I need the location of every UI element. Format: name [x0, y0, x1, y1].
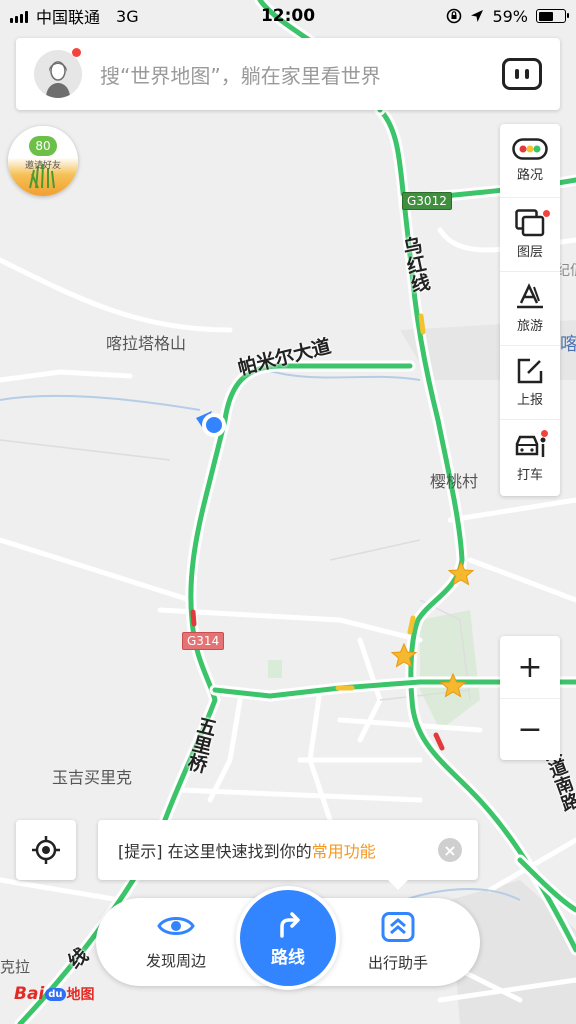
battery-level	[538, 11, 554, 21]
network-type: 3G	[116, 6, 139, 26]
travel-icon	[517, 283, 543, 309]
logo-bai: Bai	[14, 984, 45, 1004]
search-bar[interactable]: 搜“世界地图”，躺在家里看世界	[16, 38, 560, 110]
turn-arrow-icon	[280, 911, 300, 938]
taxi-label: 打车	[516, 467, 543, 483]
eye-icon	[157, 917, 195, 935]
user-avatar[interactable]	[34, 50, 82, 98]
traffic-button[interactable]: 路况	[500, 124, 560, 198]
signal-icon	[10, 9, 28, 23]
avatar-icon	[34, 50, 82, 98]
place-label-kalatage: 喀拉塔格山	[106, 334, 187, 353]
route-button[interactable]: 路线	[236, 886, 340, 990]
layers-notification-dot	[543, 210, 550, 217]
close-icon[interactable]: ×	[438, 838, 462, 862]
traffic-label: 路况	[516, 168, 543, 183]
travel-label: 旅游	[516, 319, 543, 334]
map-toolbar: 路况 图层 旅游 上报 打车	[500, 124, 560, 496]
highway-shield-g3012: G3012	[402, 192, 452, 210]
place-label-yujimai: 玉吉买里克	[52, 768, 133, 787]
tip-prefix: [提示] 在这里快速找到你的	[118, 842, 312, 861]
tip-highlight: 常用功能	[311, 842, 376, 861]
zoom-in-button[interactable]: +	[500, 636, 560, 698]
layers-button[interactable]: 图层	[500, 198, 560, 272]
report-button[interactable]: 上报	[500, 346, 560, 420]
zoom-control: + −	[500, 636, 560, 760]
layers-icon	[515, 209, 545, 237]
search-input[interactable]: 搜“世界地图”，躺在家里看世界	[100, 60, 502, 89]
place-label-edge-2: 喀	[560, 334, 576, 355]
location-arrow-icon	[471, 10, 484, 22]
report-label: 上报	[516, 393, 543, 408]
discover-nearby-button[interactable]: 发现周边	[126, 912, 226, 971]
battery-percent: 59%	[492, 6, 528, 26]
layers-label: 图层	[516, 245, 543, 260]
travel-button[interactable]: 旅游	[500, 272, 560, 346]
travel-assistant-button[interactable]: 出行助手	[348, 912, 448, 973]
assistant-icon	[381, 912, 415, 942]
carrier-name: 中国联通	[36, 8, 101, 27]
invite-friends-badge[interactable]: 80 邀请好友	[8, 126, 78, 196]
logo-ditu: 地图	[66, 987, 95, 1003]
place-label-kela: 克拉	[0, 958, 31, 976]
route-label: 路线	[271, 947, 305, 968]
report-icon	[517, 358, 543, 384]
baidu-map-logo: Bai du 地图	[14, 984, 95, 1004]
logo-du: du	[45, 987, 66, 1001]
tip-bubble: [提示] 在这里快速找到你的常用功能 ×	[98, 820, 478, 890]
battery-icon	[536, 9, 569, 23]
taxi-button[interactable]: 打车	[500, 420, 560, 494]
crosshair-icon	[32, 836, 60, 864]
place-label-yingtao: 樱桃村	[430, 472, 479, 491]
personal-center-icon[interactable]	[502, 58, 542, 90]
invite-label: 邀请好友	[24, 161, 61, 171]
invite-count: 80	[29, 136, 57, 156]
rotation-lock-icon	[447, 8, 462, 24]
locate-button[interactable]	[16, 820, 76, 880]
status-bar: 中国联通 3G 12:00 59%	[0, 0, 576, 32]
zoom-out-button[interactable]: −	[500, 698, 560, 760]
discover-label: 发现周边	[145, 952, 206, 970]
highway-shield-g314: G314	[182, 632, 225, 650]
taxi-notification-dot	[541, 430, 548, 437]
assistant-label: 出行助手	[367, 954, 428, 972]
tip-text: [提示] 在这里快速找到你的常用功能	[118, 838, 438, 862]
traffic-light-icon	[512, 138, 548, 160]
route-button-inner: 路线	[240, 890, 336, 986]
notification-dot	[72, 48, 81, 57]
